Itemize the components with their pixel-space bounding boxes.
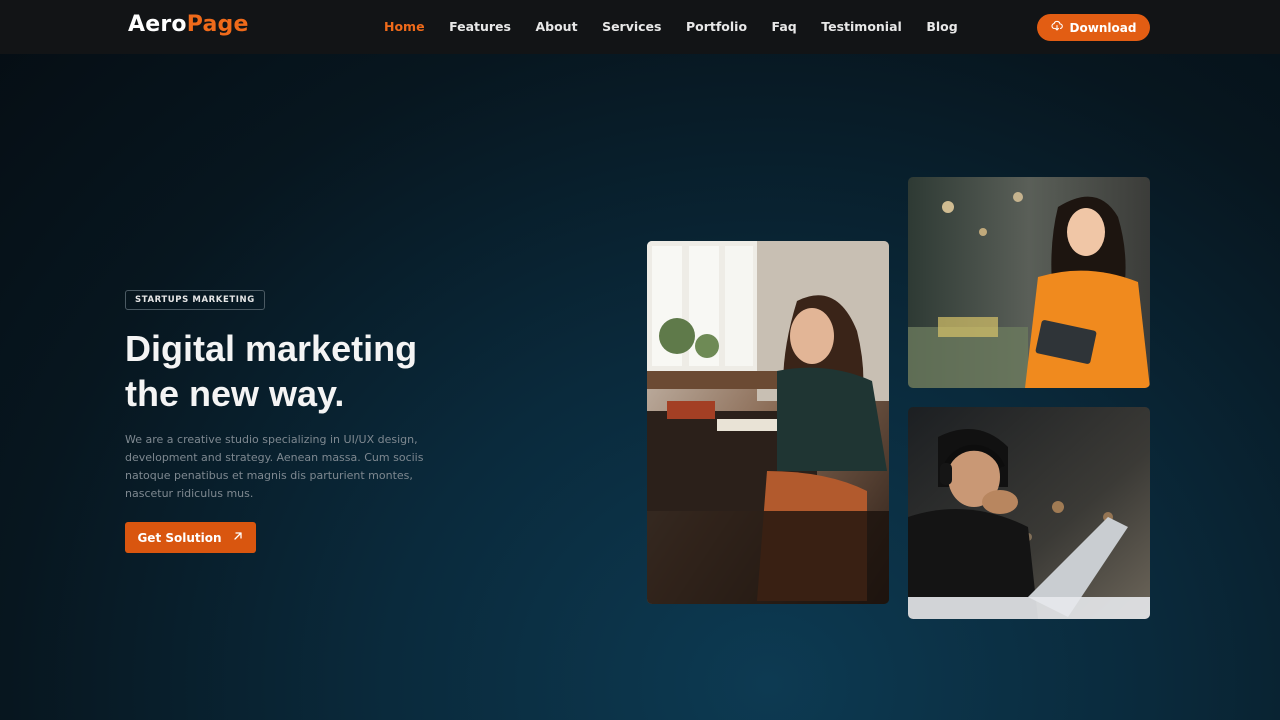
cloud-download-icon	[1051, 20, 1063, 35]
nav-home[interactable]: Home	[384, 19, 425, 34]
cta-label: Get Solution	[137, 530, 222, 545]
arrow-up-right-icon	[232, 530, 244, 545]
download-button[interactable]: Download	[1037, 14, 1150, 41]
nav-about[interactable]: About	[535, 19, 577, 34]
nav-blog[interactable]: Blog	[926, 19, 957, 34]
logo[interactable]: AeroPage	[128, 12, 249, 37]
nav-services[interactable]: Services	[602, 19, 661, 34]
nav-features[interactable]: Features	[449, 19, 511, 34]
headline-line1: Digital marketing	[125, 328, 418, 369]
get-solution-button[interactable]: Get Solution	[125, 522, 256, 553]
woman-writing-at-desk-photo	[647, 241, 889, 604]
download-label: Download	[1069, 20, 1137, 35]
hero-description: We are a creative studio specializing in…	[125, 433, 424, 500]
man-with-headphones-laptop-photo	[908, 407, 1150, 619]
hero-headline: Digital marketing the new way.	[125, 326, 525, 416]
logo-text-part2: Page	[186, 12, 249, 37]
woman-holding-tablet-photo	[908, 177, 1150, 388]
site-header: AeroPage Home Features About Services Po…	[0, 0, 1280, 54]
logo-text-part1: Aero	[128, 12, 187, 37]
nav-portfolio[interactable]: Portfolio	[686, 19, 747, 34]
nav-faq[interactable]: Faq	[772, 19, 797, 34]
hero-badge: STARTUPS MARKETING	[125, 290, 265, 310]
nav-testimonial[interactable]: Testimonial	[821, 19, 902, 34]
main-nav: Home Features About Services Portfolio F…	[384, 19, 982, 34]
headline-line2: the new way.	[125, 373, 345, 414]
